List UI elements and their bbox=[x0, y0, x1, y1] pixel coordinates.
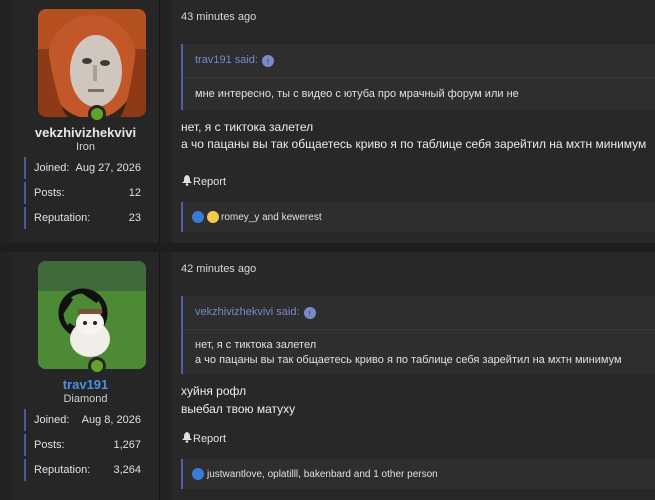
online-status-indicator bbox=[88, 105, 106, 123]
message-line: хуйня рофл bbox=[181, 384, 247, 398]
stat-label: Reputation: bbox=[34, 464, 91, 476]
like-icon bbox=[192, 468, 204, 480]
stat-posts: Posts: 12 bbox=[24, 182, 149, 204]
stat-joined: Joined: Aug 27, 2026 bbox=[24, 157, 149, 179]
bell-icon bbox=[182, 432, 192, 443]
user-info: trav191 Diamond Joined: Aug 8, 2026 Post… bbox=[12, 252, 160, 500]
bell-icon bbox=[182, 175, 192, 186]
stat-reputation: Reputation: 23 bbox=[24, 207, 149, 229]
stat-label: Joined: bbox=[34, 414, 70, 426]
stat-label: Posts: bbox=[34, 187, 65, 199]
stat-value: Aug 27, 2026 bbox=[75, 162, 141, 174]
avatar-image bbox=[38, 261, 146, 369]
post: vekzhivizhekvivi Iron Joined: Aug 27, 20… bbox=[0, 0, 655, 243]
post-timestamp[interactable]: 42 minutes ago bbox=[181, 263, 256, 275]
post-content: 42 minutes ago vekzhivizhekvivi said: ↑ н… bbox=[172, 252, 655, 500]
arrow-up-icon[interactable]: ↑ bbox=[303, 307, 316, 319]
avatar-image bbox=[38, 9, 146, 117]
quote-author[interactable]: vekzhivizhekvivi said: ↑ bbox=[195, 306, 316, 319]
quote-block: trav191 said: ↑ мне интересно, ты с видео… bbox=[181, 44, 655, 110]
post-content: 43 minutes ago trav191 said: ↑ мне интере… bbox=[172, 0, 655, 243]
quote-author-label: trav191 said: bbox=[195, 54, 258, 66]
message-line: выебал твою матуху bbox=[181, 402, 296, 416]
quote-author-label: vekzhivizhekvivi said: bbox=[195, 306, 300, 318]
report-label: Report bbox=[193, 433, 227, 445]
quote-author[interactable]: trav191 said: ↑ bbox=[195, 54, 274, 67]
reactions-bar[interactable]: justwantlove, oplatilll, bakenbard and 1… bbox=[181, 459, 655, 489]
quote-divider bbox=[183, 77, 655, 78]
stat-value: 1,267 bbox=[113, 439, 141, 451]
user-rank: Diamond bbox=[63, 393, 108, 405]
message-line: а чо пацаны вы так общаетесь криво я по … bbox=[181, 137, 647, 151]
stat-value: 12 bbox=[128, 187, 141, 199]
laugh-icon bbox=[207, 211, 219, 223]
post-timestamp[interactable]: 43 minutes ago bbox=[181, 11, 256, 23]
report-button[interactable]: Report bbox=[182, 175, 226, 188]
message-line: нет, я с тиктока залетел bbox=[181, 120, 314, 134]
reactions-text[interactable]: romey_y and kewerest bbox=[221, 212, 322, 223]
like-icon bbox=[192, 211, 204, 223]
arrow-up-icon[interactable]: ↑ bbox=[261, 55, 274, 67]
stat-reputation: Reputation: 3,264 bbox=[24, 459, 149, 481]
reactions-text[interactable]: justwantlove, oplatilll, bakenbard and 1… bbox=[207, 469, 438, 480]
stat-joined: Joined: Aug 8, 2026 bbox=[24, 409, 149, 431]
avatar[interactable] bbox=[38, 9, 146, 123]
report-button[interactable]: Report bbox=[182, 432, 226, 445]
user-rank: Iron bbox=[76, 141, 95, 153]
online-status-indicator bbox=[88, 357, 106, 375]
stat-label: Posts: bbox=[34, 439, 65, 451]
stat-label: Joined: bbox=[34, 162, 70, 174]
quote-text: а чо пацаны вы так общаетесь криво я по … bbox=[195, 354, 622, 366]
stat-label: Reputation: bbox=[34, 212, 91, 224]
username[interactable]: trav191 bbox=[12, 377, 159, 392]
stat-posts: Posts: 1,267 bbox=[24, 434, 149, 456]
user-info: vekzhivizhekvivi Iron Joined: Aug 27, 20… bbox=[12, 0, 160, 243]
post: trav191 Diamond Joined: Aug 8, 2026 Post… bbox=[0, 252, 655, 500]
reactions-bar[interactable]: romey_y and kewerest bbox=[181, 202, 655, 232]
avatar[interactable] bbox=[38, 261, 146, 375]
username[interactable]: vekzhivizhekvivi bbox=[12, 125, 159, 140]
stat-value: 3,264 bbox=[113, 464, 141, 476]
report-label: Report bbox=[193, 176, 227, 188]
quote-block: vekzhivizhekvivi said: ↑ нет, я с тиктока… bbox=[181, 296, 655, 374]
stat-value: Aug 8, 2026 bbox=[81, 414, 141, 426]
quote-text: нет, я с тиктока залетел bbox=[195, 339, 317, 351]
quote-text: мне интересно, ты с видео с ютуба про мр… bbox=[195, 88, 519, 100]
quote-divider bbox=[183, 329, 655, 330]
stat-value: 23 bbox=[128, 212, 141, 224]
